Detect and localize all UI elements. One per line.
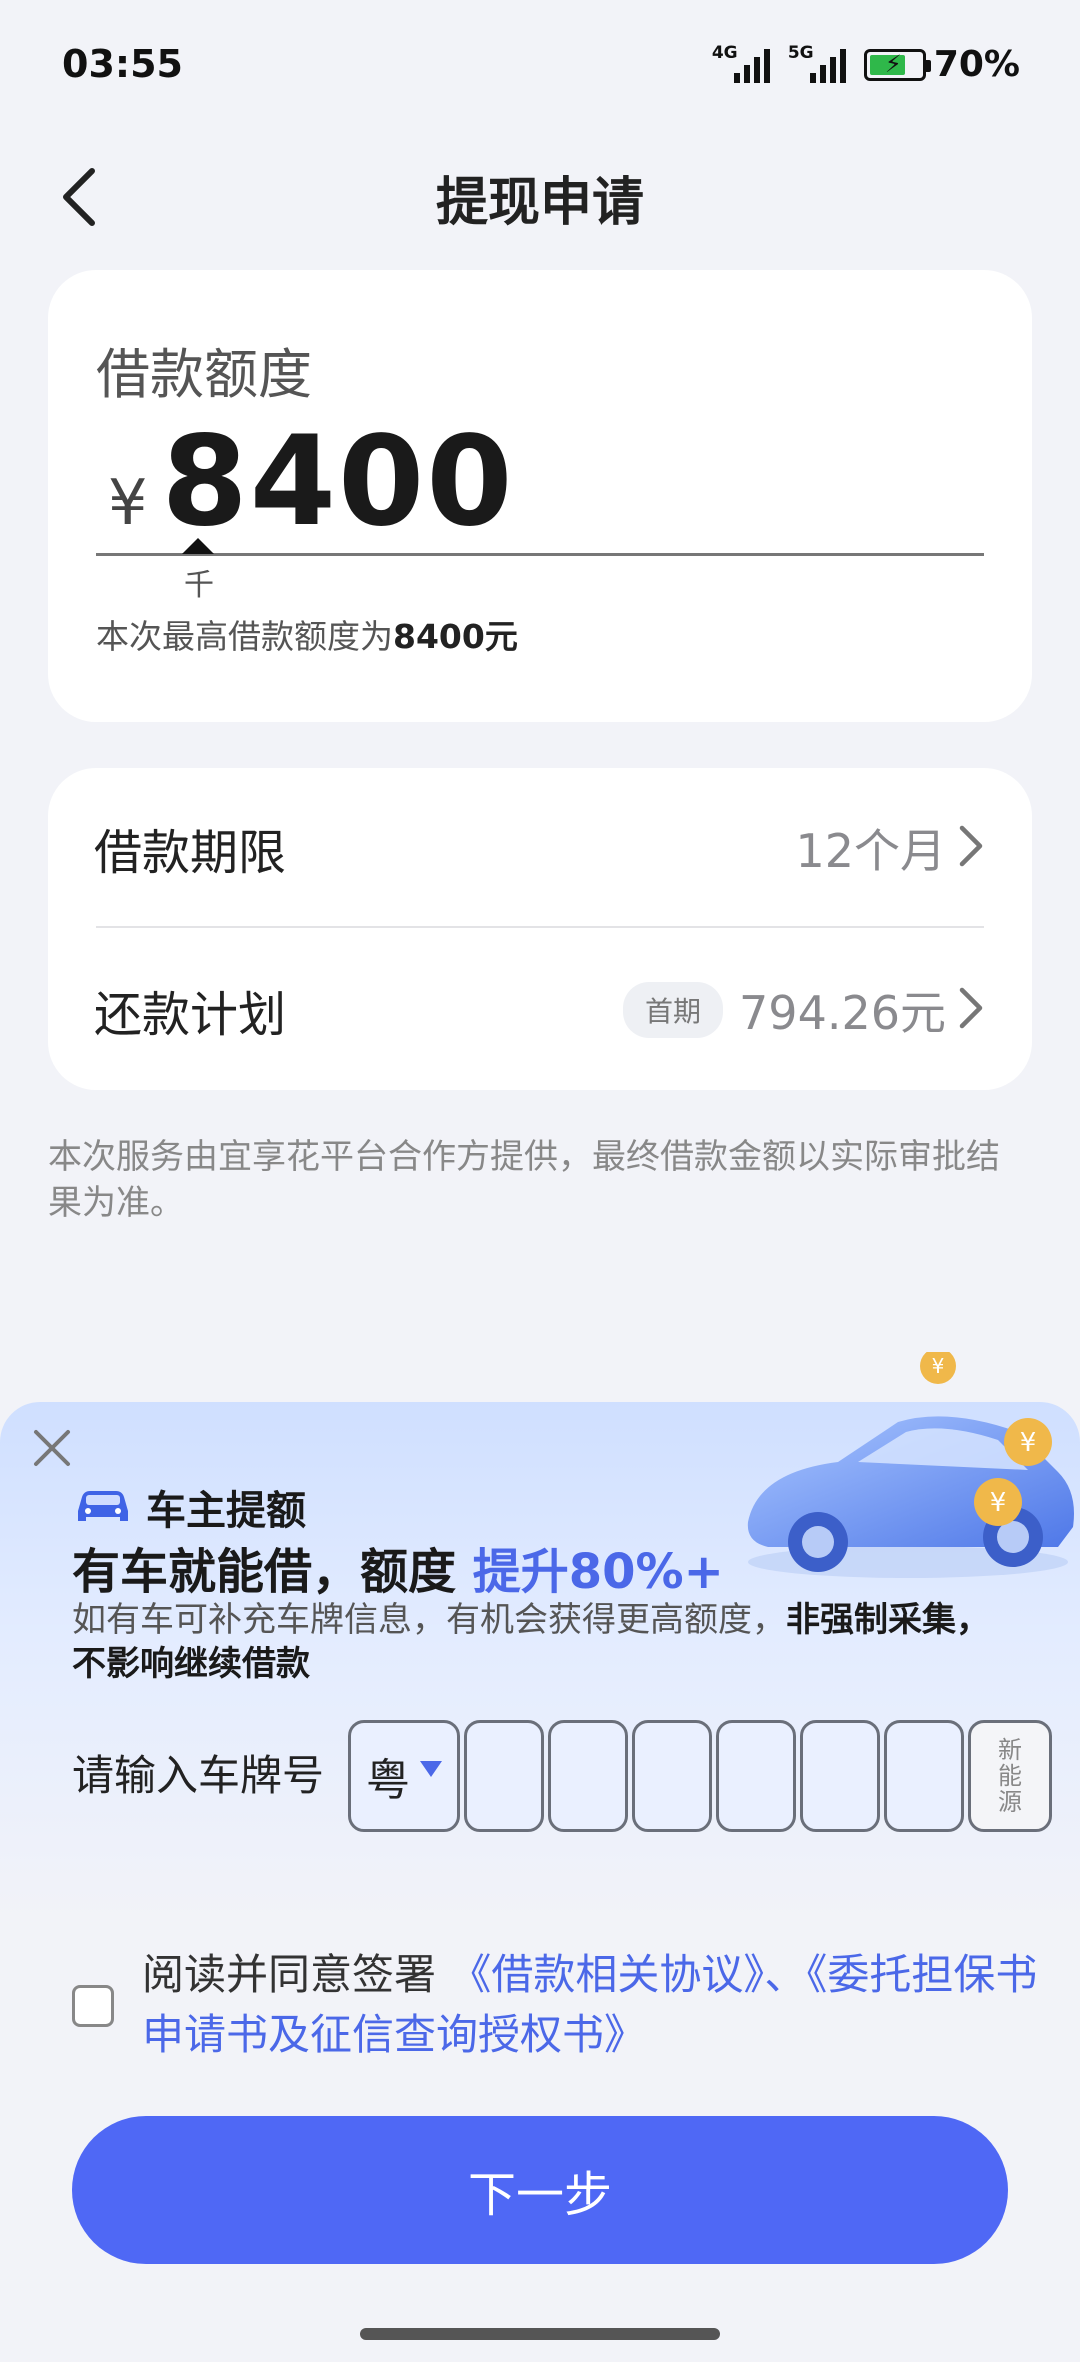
plate-province-select[interactable]: 粤 — [348, 1720, 460, 1832]
loan-agreement-link[interactable]: 《借款相关协议》 — [449, 1950, 764, 1999]
amount-underline — [96, 553, 984, 556]
close-button[interactable] — [28, 1424, 76, 1472]
loan-amount-value[interactable]: 8400 — [161, 410, 514, 554]
max-amount-hint: 本次最高借款额度为8400元 — [96, 610, 518, 658]
loan-amount-label: 借款额度 — [96, 343, 312, 406]
agreement-text: 阅读并同意签署 《借款相关协议》、《委托担保书申请书及征信查询授权书》 — [142, 1945, 1062, 2065]
svg-text:¥: ¥ — [1020, 1428, 1037, 1458]
promo-badge-text: 车主提额 — [146, 1488, 306, 1534]
unit-caret-icon — [182, 538, 214, 554]
plate-province-value: 粤 — [366, 1755, 410, 1806]
plate-char-box[interactable] — [800, 1720, 880, 1832]
repayment-plan-row[interactable]: 还款计划 首期 794.26元 — [94, 930, 986, 1090]
license-plate-input[interactable]: 粤 新能源 — [348, 1720, 1052, 1832]
plate-char-box[interactable] — [884, 1720, 964, 1832]
loan-amount-input[interactable]: ¥ 8400 — [108, 410, 515, 554]
car-illustration-icon: ¥ ¥ ¥ — [747, 1352, 1074, 1578]
repayment-plan-label: 还款计划 — [94, 987, 287, 1043]
svg-text:¥: ¥ — [932, 1354, 945, 1378]
loan-term-label: 借款期限 — [94, 825, 287, 881]
chevron-right-icon — [956, 822, 986, 874]
promo-title-highlight: 提升80%+ — [472, 1544, 724, 1600]
plate-char-box[interactable] — [632, 1720, 712, 1832]
currency-symbol: ¥ — [108, 466, 148, 539]
dropdown-triangle-icon — [420, 1761, 442, 1777]
car-icon — [72, 1483, 134, 1531]
plate-new-energy-box[interactable]: 新能源 — [968, 1720, 1052, 1832]
agreement-checkbox[interactable] — [72, 1985, 114, 2027]
agreement-separator: 、 — [764, 1950, 807, 1999]
home-indicator[interactable] — [360, 2328, 720, 2340]
max-hint-prefix: 本次最高借款额度为 — [96, 617, 393, 656]
first-period-badge: 首期 — [623, 982, 724, 1038]
battery-indicator: ⚡ 70% — [863, 44, 1020, 85]
first-payment-value: 794.26元 — [739, 986, 946, 1040]
chevron-right-icon — [956, 984, 986, 1036]
plate-input-label: 请输入车牌号 — [72, 1751, 325, 1800]
plate-char-box[interactable] — [464, 1720, 544, 1832]
promo-description: 如有车可补充车牌信息，有机会获得更高额度，非强制采集，不影响继续借款 — [72, 1598, 992, 1686]
loan-term-value: 12个月 — [795, 824, 946, 878]
unit-hint: 千 — [184, 568, 214, 603]
signal-5g-icon: 5G — [788, 43, 846, 83]
max-hint-value: 8400元 — [393, 617, 518, 656]
battery-percent: 70% — [933, 44, 1020, 85]
signal-4g-icon: 4G — [712, 43, 770, 83]
close-icon — [34, 1430, 70, 1466]
promo-desc-prefix: 如有车可补充车牌信息，有机会获得更高额度， — [72, 1600, 786, 1640]
new-energy-label: 新能源 — [998, 1736, 1022, 1816]
svg-text:¥: ¥ — [990, 1488, 1007, 1518]
promo-title: 有车就能借，额度 提升80%+ — [72, 1532, 724, 1602]
status-icons: 4G 5G ⚡ 70% — [712, 43, 1020, 86]
agreement-prefix: 阅读并同意签署 — [142, 1950, 437, 1999]
page-header: 提现申请 — [0, 140, 1080, 250]
battery-icon: ⚡ — [863, 48, 931, 81]
promo-title-prefix: 有车就能借，额度 — [72, 1544, 457, 1600]
loan-term-row[interactable]: 借款期限 12个月 — [94, 768, 986, 928]
signal-4g-label: 4G — [711, 42, 738, 63]
row-divider — [96, 926, 984, 928]
loan-term-card: 借款期限 12个月 还款计划 首期 794.26元 — [48, 768, 1032, 1090]
car-owner-promo-panel: ¥ ¥ ¥ 车主提额 有车就能借，额度 提升80%+ 如有车可补充车牌信息，有机… — [0, 1352, 1080, 1922]
service-disclaimer: 本次服务由宜享花平台合作方提供，最终借款金额以实际审批结果为准。 — [48, 1137, 1000, 1223]
signal-5g-label: 5G — [787, 42, 814, 63]
loan-amount-card: 借款额度 ¥ 8400 千 本次最高借款额度为8400元 — [48, 270, 1032, 722]
page-title: 提现申请 — [435, 173, 644, 233]
plate-char-box[interactable] — [548, 1720, 628, 1832]
next-step-button[interactable]: 下一步 — [72, 2116, 1008, 2264]
status-bar: 03:55 4G 5G ⚡ 70% — [0, 0, 1080, 130]
status-time: 03:55 — [62, 42, 183, 86]
plate-char-box[interactable] — [716, 1720, 796, 1832]
promo-badge: 车主提额 — [72, 1478, 306, 1536]
